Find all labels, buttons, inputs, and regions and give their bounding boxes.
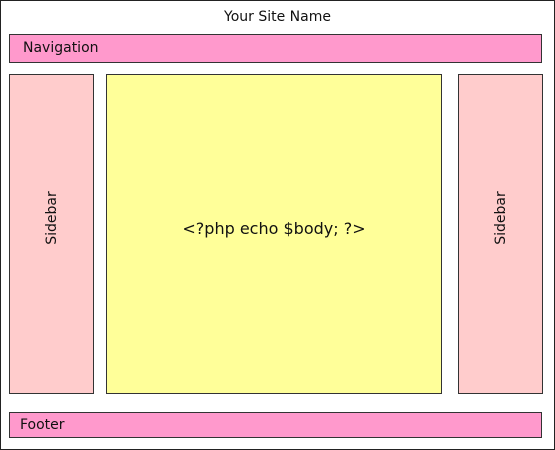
layout-diagram: Your Site Name Navigation Sidebar <?php … [0, 0, 555, 450]
footer-bar: Footer [9, 412, 542, 438]
footer-label: Footer [20, 417, 65, 433]
sidebar-right: Sidebar [458, 74, 543, 394]
main-content-label: <?php echo $body; ?> [182, 219, 366, 238]
navigation-bar: Navigation [9, 34, 542, 63]
site-name: Your Site Name [224, 9, 331, 25]
sidebar-left-label: Sidebar [43, 191, 60, 245]
main-content: <?php echo $body; ?> [106, 74, 442, 394]
sidebar-right-label: Sidebar [492, 191, 509, 245]
navigation-label: Navigation [23, 40, 99, 56]
sidebar-left: Sidebar [9, 74, 94, 394]
